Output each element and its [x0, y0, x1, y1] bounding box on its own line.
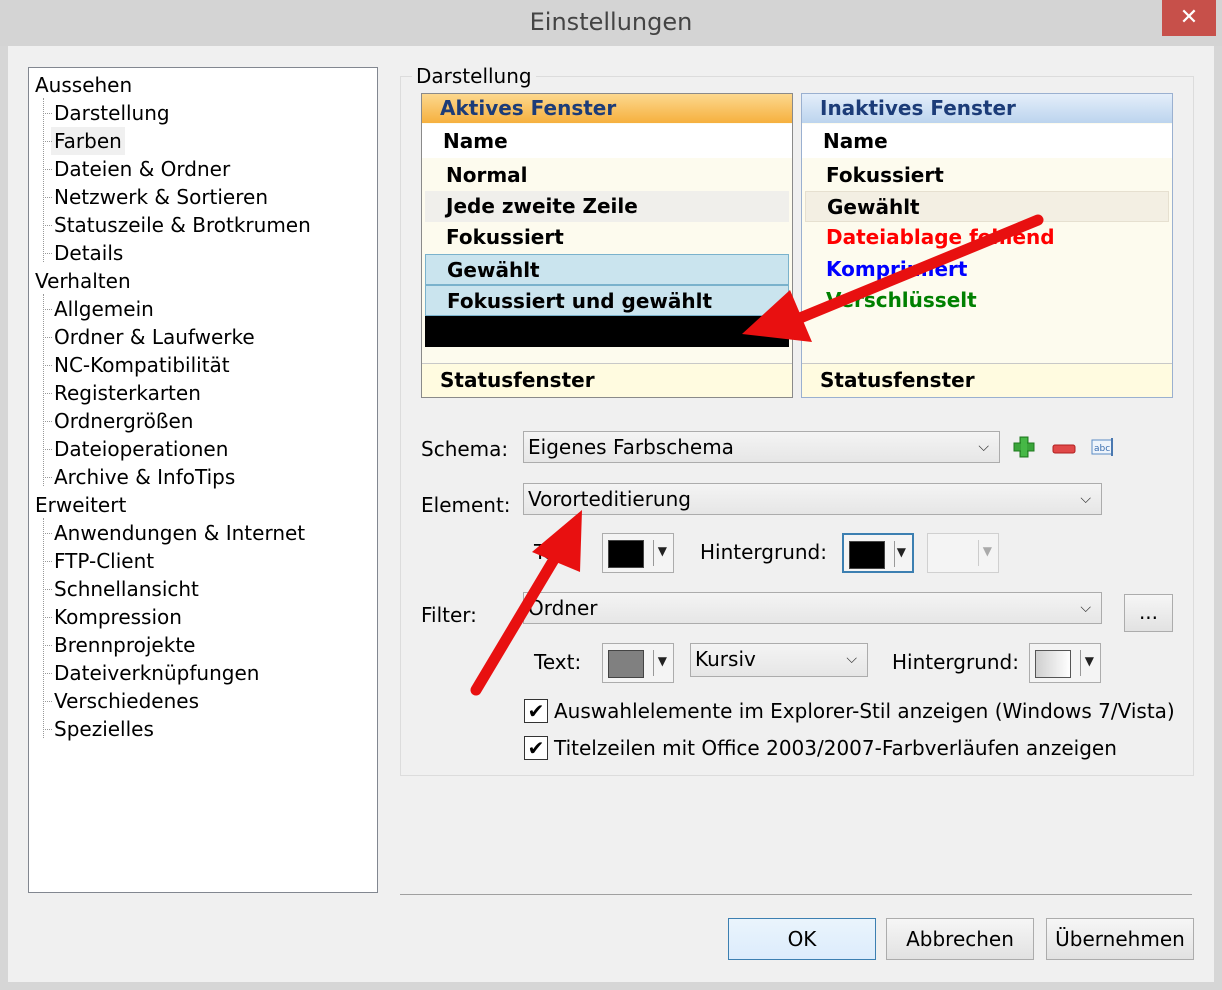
annotation-arrows — [470, 214, 1044, 696]
arrow-line — [470, 550, 562, 696]
arrow-line — [794, 214, 1044, 324]
